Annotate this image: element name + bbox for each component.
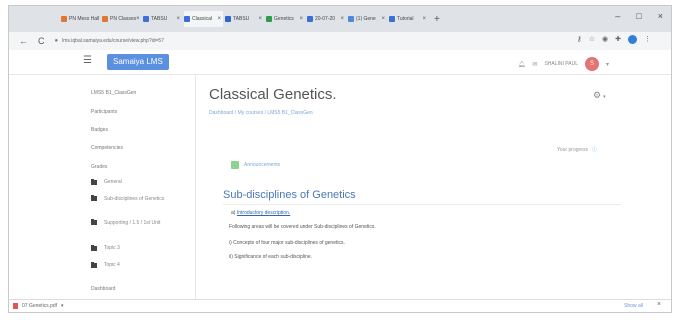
close-tab-icon[interactable]: × <box>136 16 141 22</box>
forum-icon <box>231 161 239 169</box>
close-tab-icon[interactable]: × <box>422 16 428 22</box>
navbar-user-area: 🔔︎ ✉ SHALINI PAUL S ▾ <box>518 57 609 71</box>
sidebar-item-badges[interactable]: Badges <box>91 127 108 133</box>
folder-icon <box>91 219 97 225</box>
favicon-icon <box>266 16 272 22</box>
section-divider <box>223 204 621 205</box>
star-icon[interactable]: ☆ <box>589 35 595 44</box>
extension-icon[interactable]: ◉ <box>602 35 608 44</box>
help-icon[interactable]: ⓘ <box>592 147 597 153</box>
message-icon[interactable]: ✉ <box>532 61 537 68</box>
close-tab-icon[interactable]: × <box>299 16 305 22</box>
sidebar-item-section[interactable]: Sub-disciplines of Genetics <box>91 195 166 203</box>
sidebar-item-grades[interactable]: Grades <box>91 164 107 170</box>
close-tab-icon[interactable]: × <box>258 16 264 22</box>
announcements-link[interactable]: Announcements <box>231 161 280 169</box>
browser-tab-active[interactable]: Classical × <box>184 11 223 27</box>
folder-icon <box>91 245 97 251</box>
menu-icon[interactable]: ☰ <box>83 55 92 66</box>
favicon-icon <box>61 16 67 22</box>
toolbar-icons: ⚷ ☆ ◉ ✚ ⋮ <box>577 35 651 44</box>
maximize-button[interactable]: □ <box>636 11 641 21</box>
section-text-line: i) Concepts of four major sub-discipline… <box>229 240 345 246</box>
minimize-button[interactable]: – <box>615 11 620 21</box>
section-title: Sub-disciplines of Genetics <box>223 189 356 201</box>
back-button[interactable]: ← <box>19 36 28 46</box>
lock-icon: ● <box>54 38 59 44</box>
section-text-line: Following areas will be covered under Su… <box>229 224 376 230</box>
key-icon[interactable]: ⚷ <box>577 35 582 44</box>
favicon-icon <box>348 16 354 22</box>
settings-gear-icon[interactable]: ⚙ ▾ <box>593 90 606 101</box>
browser-tab[interactable]: Tutorial × <box>389 11 428 27</box>
pdf-icon <box>13 303 18 309</box>
tab-strip: PN Mess Hall× PN Classes× TABSU× Classic… <box>9 6 671 32</box>
close-window-button[interactable]: × <box>658 11 663 21</box>
folder-icon <box>91 179 97 185</box>
browser-window: PN Mess Hall× PN Classes× TABSU× Classic… <box>8 5 672 313</box>
sidebar-item-section[interactable]: Supporting / 1.5 / 1st Unit <box>91 219 166 227</box>
notification-bell-icon[interactable]: 🔔︎ <box>518 61 526 68</box>
menu-dots-icon[interactable]: ⋮ <box>644 35 651 44</box>
browser-tab[interactable]: 20-07-20 × <box>307 11 346 27</box>
close-tab-icon[interactable]: × <box>217 16 223 22</box>
new-tab-button[interactable]: + <box>434 14 440 25</box>
intro-link[interactable]: Introductory description. <box>237 210 290 216</box>
sidebar-item-dashboard[interactable]: Dashboard <box>91 286 115 292</box>
address-bar[interactable]: lms.iqbal.samaiya.edu/course/view.php?id… <box>62 38 164 44</box>
browser-tab[interactable]: (1) Gene × <box>348 11 387 27</box>
breadcrumb[interactable]: Dashboard / My courses / LMS5 B1_ClassGe… <box>209 110 313 116</box>
favicon-icon <box>225 16 231 22</box>
sidebar-item-participants[interactable]: Participants <box>91 109 117 115</box>
close-download-bar-button[interactable]: × <box>657 301 661 308</box>
puzzle-icon[interactable]: ✚ <box>615 35 621 44</box>
favicon-icon <box>102 16 108 22</box>
favicon-icon <box>389 16 395 22</box>
favicon-icon <box>307 16 313 22</box>
your-progress: Your progress ⓘ <box>557 147 597 153</box>
section-text-line: ii) Significance of each sub-discipline. <box>229 254 313 260</box>
user-avatar[interactable]: S <box>584 57 599 71</box>
show-all-button[interactable]: Show all <box>624 303 643 309</box>
page-title: Classical Genetics. <box>209 86 337 103</box>
favicon-icon <box>184 16 190 22</box>
site-brand[interactable]: Samaiya LMS <box>107 54 169 70</box>
profile-avatar[interactable] <box>628 35 637 44</box>
browser-tab[interactable]: PN Classes × <box>102 11 141 27</box>
browser-toolbar: ← C ● lms.iqbal.samaiya.edu/course/view.… <box>9 32 671 50</box>
close-tab-icon[interactable]: × <box>340 16 346 22</box>
window-controls: – □ × <box>615 11 663 21</box>
close-tab-icon[interactable]: × <box>99 16 100 22</box>
user-name[interactable]: SHALINI PAUL <box>544 61 578 67</box>
download-bar: 07 Genetics.pdf ▾ Show all × <box>9 299 671 312</box>
sidebar-item-section[interactable]: Topic 4 <box>91 262 120 268</box>
folder-icon <box>91 262 97 268</box>
sidebar-item-competencies[interactable]: Competencies <box>91 145 123 151</box>
browser-tab[interactable]: Genetics × <box>266 11 305 27</box>
close-tab-icon[interactable]: × <box>176 16 182 22</box>
download-item[interactable]: 07 Genetics.pdf ▾ <box>13 303 64 309</box>
reload-button[interactable]: C <box>38 36 45 46</box>
sidebar-item-course[interactable]: LMS5 B1_ClassGen <box>91 90 136 96</box>
user-menu-caret-icon[interactable]: ▾ <box>606 61 609 68</box>
sidebar-item-section[interactable]: Topic 3 <box>91 245 120 251</box>
browser-tab[interactable]: TABSU × <box>143 11 182 27</box>
course-sidebar: LMS5 B1_ClassGen Participants Badges Com… <box>81 75 195 299</box>
favicon-icon <box>143 16 149 22</box>
folder-icon <box>91 195 97 201</box>
lms-navbar: ☰ Samaiya LMS 🔔︎ ✉ SHALINI PAUL S ▾ <box>9 50 671 75</box>
close-tab-icon[interactable]: × <box>381 16 387 22</box>
sidebar-item-section[interactable]: General <box>91 179 122 185</box>
download-caret-icon[interactable]: ▾ <box>61 303 64 309</box>
sidebar-divider <box>195 75 196 299</box>
intro-item: a) Introductory description. <box>231 210 291 216</box>
browser-tab[interactable]: TABSU × <box>225 11 264 27</box>
browser-tab[interactable]: PN Mess Hall× <box>61 11 100 27</box>
